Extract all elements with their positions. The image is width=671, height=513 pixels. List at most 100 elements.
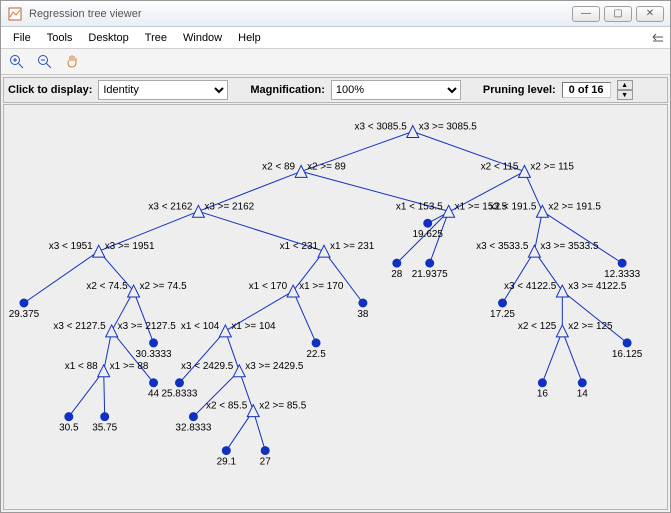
tree-split-node[interactable] bbox=[192, 205, 204, 217]
tree-leaf-node[interactable] bbox=[20, 299, 28, 307]
tree-split-node[interactable] bbox=[556, 285, 568, 297]
tree-edge bbox=[293, 291, 316, 343]
tree-leaf-node[interactable] bbox=[312, 339, 320, 347]
zoom-in-icon[interactable] bbox=[7, 52, 27, 72]
tree-leaf-node[interactable] bbox=[618, 259, 626, 267]
menu-tree[interactable]: Tree bbox=[137, 29, 175, 47]
leaf-value: 14 bbox=[577, 389, 589, 400]
menu-desktop[interactable]: Desktop bbox=[80, 29, 136, 47]
split-left-label: x3 < 2162 bbox=[148, 201, 192, 212]
leaf-value: 28 bbox=[391, 269, 403, 280]
tree-edge bbox=[69, 371, 104, 417]
tree-split-node[interactable] bbox=[93, 245, 105, 257]
menu-tools[interactable]: Tools bbox=[39, 29, 81, 47]
tree-split-node[interactable] bbox=[106, 325, 118, 337]
leaf-value: 17.25 bbox=[490, 309, 515, 320]
tree-canvas[interactable]: x3 < 3085.5x3 >= 3085.5x2 < 89x2 >= 89x2… bbox=[3, 104, 668, 510]
tree-leaf-node[interactable] bbox=[424, 219, 432, 227]
maximize-button[interactable]: ▢ bbox=[604, 6, 632, 22]
pruning-up-button[interactable]: ▲ bbox=[617, 80, 633, 90]
tree-split-node[interactable] bbox=[518, 165, 530, 177]
split-right-label: x3 >= 3533.5 bbox=[540, 241, 599, 252]
split-right-label: x1 >= 231 bbox=[330, 241, 375, 252]
split-left-label: x1 < 88 bbox=[65, 361, 98, 372]
tree-edge bbox=[324, 251, 363, 303]
leaf-value: 29.375 bbox=[9, 309, 40, 320]
pan-icon[interactable] bbox=[63, 52, 83, 72]
close-button[interactable]: ✕ bbox=[636, 6, 664, 22]
split-right-label: x2 >= 85.5 bbox=[259, 401, 307, 412]
leaf-value: 12.3333 bbox=[604, 269, 640, 280]
app-icon bbox=[7, 6, 23, 22]
split-right-label: x2 >= 125 bbox=[568, 321, 613, 332]
tree-leaf-node[interactable] bbox=[578, 379, 586, 387]
split-right-label: x1 >= 88 bbox=[110, 361, 149, 372]
tree-leaf-node[interactable] bbox=[175, 379, 183, 387]
tree-leaf-node[interactable] bbox=[499, 299, 507, 307]
minimize-button[interactable]: — bbox=[572, 6, 600, 22]
leaf-value: 44 bbox=[148, 389, 160, 400]
split-right-label: x3 >= 4122.5 bbox=[568, 281, 627, 292]
tree-leaf-node[interactable] bbox=[623, 339, 631, 347]
tree-leaf-node[interactable] bbox=[393, 259, 401, 267]
magnification-select[interactable]: 100% bbox=[331, 80, 461, 100]
tree-leaf-node[interactable] bbox=[538, 379, 546, 387]
split-right-label: x1 >= 104 bbox=[231, 321, 276, 332]
title-bar: Regression tree viewer — ▢ ✕ bbox=[1, 1, 670, 27]
tree-split-node[interactable] bbox=[219, 325, 231, 337]
tree-split-node[interactable] bbox=[407, 126, 419, 138]
tree-edge bbox=[542, 211, 622, 263]
split-left-label: x1 < 231 bbox=[280, 241, 319, 252]
tree-leaf-node[interactable] bbox=[359, 299, 367, 307]
display-label: Click to display: bbox=[8, 84, 92, 96]
tree-svg: x3 < 3085.5x3 >= 3085.5x2 < 89x2 >= 89x2… bbox=[4, 105, 667, 509]
leaf-value: 35.75 bbox=[92, 423, 117, 434]
tree-split-node[interactable] bbox=[556, 325, 568, 337]
tree-split-node[interactable] bbox=[98, 365, 110, 377]
leaf-value: 32.8333 bbox=[175, 423, 211, 434]
tree-edge bbox=[562, 291, 627, 343]
menu-help[interactable]: Help bbox=[230, 29, 269, 47]
split-right-label: x3 >= 2162 bbox=[204, 201, 254, 212]
leaf-value: 25.8333 bbox=[161, 389, 197, 400]
split-left-label: x1 < 153.5 bbox=[396, 201, 443, 212]
leaf-value: 16.125 bbox=[612, 349, 643, 360]
split-right-label: x2 >= 89 bbox=[307, 161, 346, 172]
dock-icon[interactable] bbox=[650, 30, 666, 46]
tree-split-node[interactable] bbox=[443, 205, 455, 217]
split-right-label: x2 >= 74.5 bbox=[140, 281, 188, 292]
leaf-value: 19.625 bbox=[412, 229, 443, 240]
tree-split-node[interactable] bbox=[287, 285, 299, 297]
leaf-value: 21.9375 bbox=[412, 269, 448, 280]
tree-leaf-node[interactable] bbox=[189, 413, 197, 421]
split-left-label: x2 < 125 bbox=[518, 321, 557, 332]
split-left-label: x2 < 115 bbox=[481, 161, 519, 172]
display-select[interactable]: Identity bbox=[98, 80, 228, 100]
tree-leaf-node[interactable] bbox=[65, 413, 73, 421]
tree-leaf-node[interactable] bbox=[150, 379, 158, 387]
tree-leaf-node[interactable] bbox=[101, 413, 109, 421]
tree-split-node[interactable] bbox=[247, 405, 259, 417]
menu-file[interactable]: File bbox=[5, 29, 39, 47]
split-left-label: x3 < 3085.5 bbox=[354, 122, 407, 133]
pruning-down-button[interactable]: ▼ bbox=[617, 90, 633, 100]
tree-leaf-node[interactable] bbox=[150, 339, 158, 347]
tree-leaf-node[interactable] bbox=[261, 447, 269, 455]
split-left-label: x2 < 85.5 bbox=[206, 401, 248, 412]
tree-split-node[interactable] bbox=[295, 165, 307, 177]
tree-split-node[interactable] bbox=[528, 245, 540, 257]
zoom-out-icon[interactable] bbox=[35, 52, 55, 72]
tree-leaf-node[interactable] bbox=[222, 447, 230, 455]
split-left-label: x3 < 4122.5 bbox=[504, 281, 557, 292]
tree-edge bbox=[104, 371, 105, 417]
split-right-label: x3 >= 2127.5 bbox=[118, 321, 177, 332]
pruning-spinner: ▲ ▼ bbox=[617, 80, 633, 100]
tree-split-node[interactable] bbox=[233, 365, 245, 377]
split-right-label: x3 >= 1951 bbox=[105, 241, 155, 252]
tree-leaf-node[interactable] bbox=[426, 259, 434, 267]
tree-split-node[interactable] bbox=[318, 245, 330, 257]
menu-window[interactable]: Window bbox=[175, 29, 230, 47]
tree-edge bbox=[24, 251, 99, 303]
tree-edge bbox=[542, 331, 562, 383]
tree-split-node[interactable] bbox=[536, 205, 548, 217]
